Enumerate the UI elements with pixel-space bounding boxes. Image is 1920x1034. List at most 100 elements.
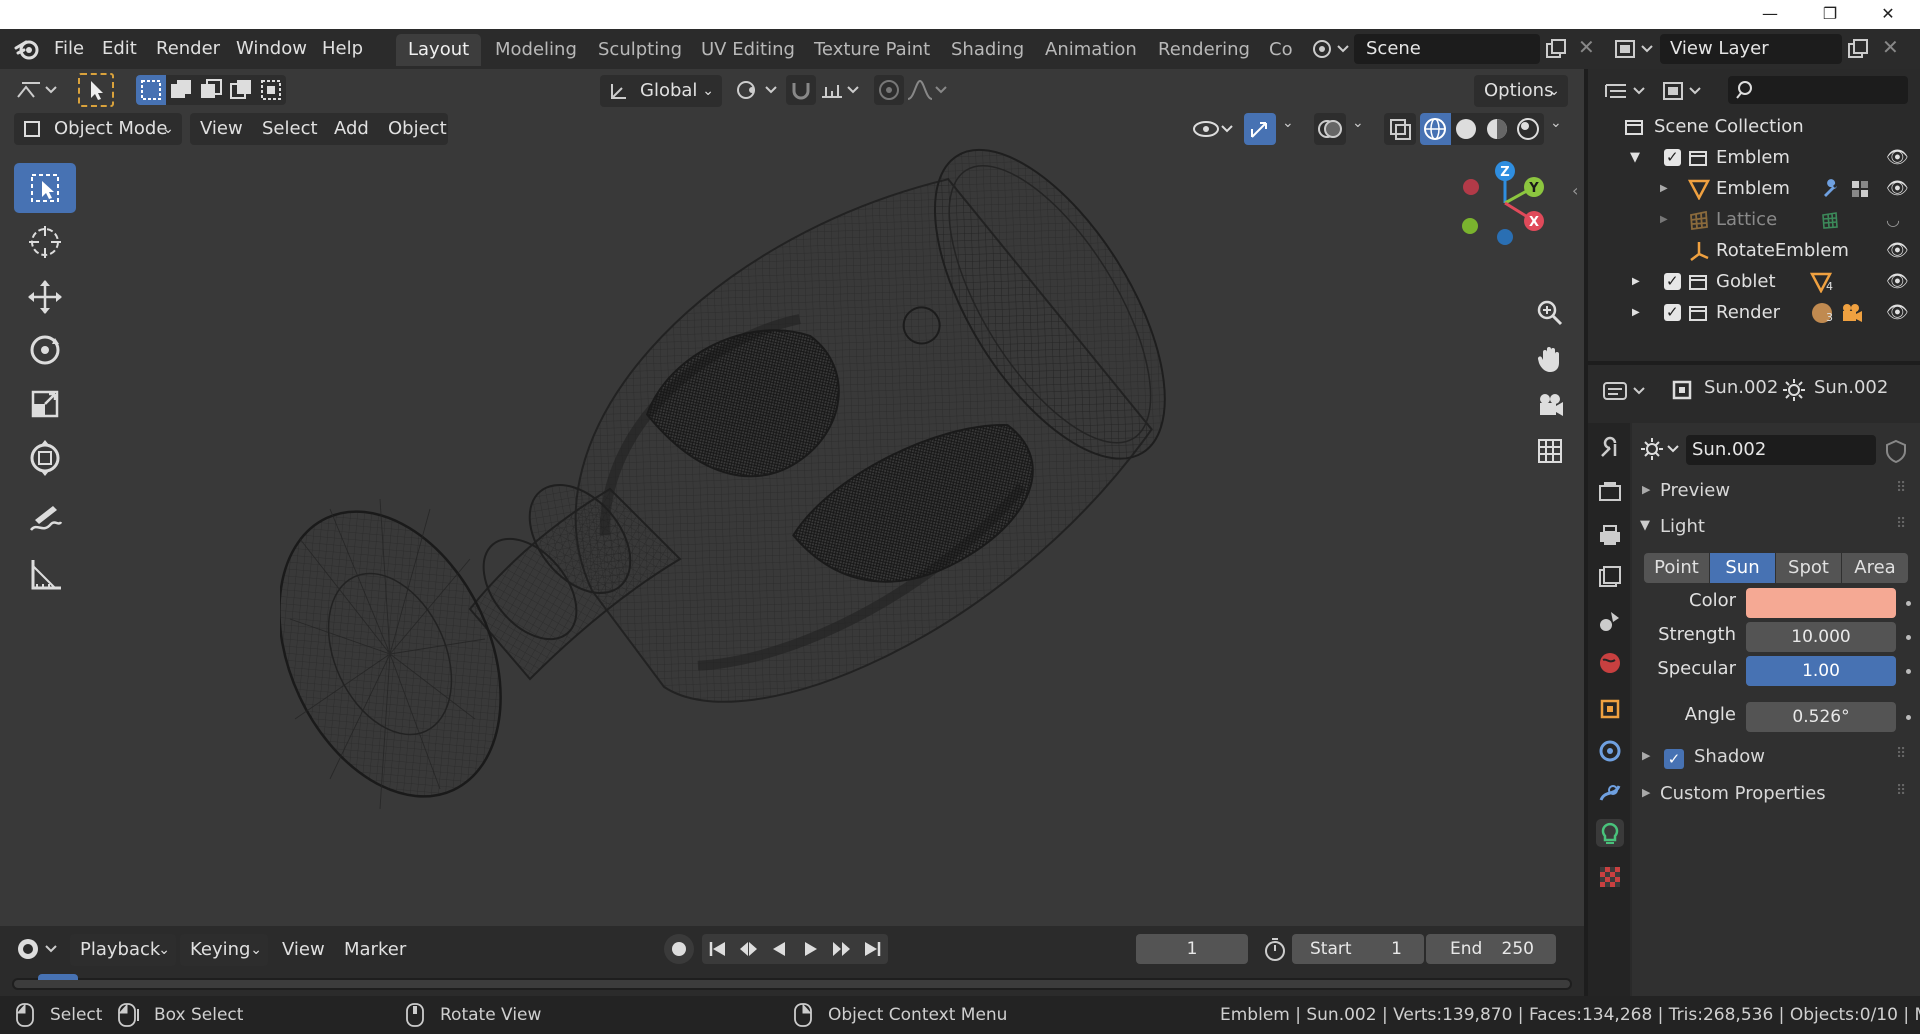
close-icon[interactable]: ✕ [1868, 2, 1908, 26]
jump-end-icon[interactable] [857, 934, 888, 964]
snap-target-icon[interactable] [818, 75, 864, 105]
light-browse-icon[interactable] [1640, 435, 1684, 463]
drag-handle-icon[interactable]: ⠿ [1896, 746, 1906, 762]
eye-icon[interactable]: 👁 [1886, 173, 1909, 204]
wrench-modifier-icon[interactable] [1820, 179, 1840, 199]
transform-orientation-dropdown[interactable]: Global ⌄ [600, 75, 722, 107]
menu-file[interactable]: File [54, 29, 84, 69]
lattice-data-icon[interactable] [1820, 210, 1840, 230]
output-tab-icon[interactable] [1596, 521, 1624, 549]
selection-mode-extend-icon[interactable] [166, 75, 196, 105]
selection-mode-new-icon[interactable] [136, 75, 166, 105]
new-scene-icon[interactable] [1544, 37, 1568, 61]
timeline-scrollbar[interactable] [14, 980, 1570, 988]
3d-viewport[interactable]: Global ⌄ Options ⌄ Object Mode ⌄ View Se… [0, 69, 1584, 926]
selection-mode-difference-icon[interactable] [226, 75, 256, 105]
tab-compositing[interactable]: Co [1257, 34, 1305, 66]
outliner-row-goblet-collection[interactable]: ▶ Goblet 4 👁 [1588, 266, 1920, 297]
tool-cursor[interactable] [14, 217, 76, 267]
expand-arrow-icon[interactable]: ▶ [1632, 266, 1640, 297]
fake-user-shield-icon[interactable] [1884, 439, 1908, 463]
object-mode-dropdown[interactable]: Object Mode ⌄ [14, 113, 182, 145]
tool-rotate[interactable] [14, 325, 76, 375]
snap-toggle-icon[interactable] [786, 75, 816, 105]
jump-keyframe-forward-icon[interactable] [826, 934, 857, 964]
playback-menu[interactable]: Playback ⌄ [70, 934, 176, 966]
tab-sculpting[interactable]: Sculpting [586, 34, 694, 66]
display-mode-icon[interactable] [1658, 77, 1708, 105]
eye-icon[interactable]: 👁 [1886, 297, 1909, 328]
options-dropdown[interactable]: Options ⌄ [1474, 75, 1568, 107]
material-preview-icon[interactable] [1482, 113, 1513, 145]
drag-handle-icon[interactable]: ⠿ [1896, 783, 1906, 799]
render-tab-icon[interactable] [1596, 477, 1624, 505]
drag-handle-icon[interactable]: ⠿ [1896, 516, 1906, 532]
start-frame-field[interactable]: Start 1 [1292, 934, 1424, 964]
light-type-point[interactable]: Point [1644, 553, 1709, 583]
animate-dot-icon[interactable] [1906, 669, 1911, 674]
animate-dot-icon[interactable] [1906, 715, 1911, 720]
tab-uv-editing[interactable]: UV Editing [689, 34, 807, 66]
tool-annotate[interactable] [14, 495, 76, 545]
light-datablock-field[interactable]: Sun.002 [1686, 435, 1876, 465]
view-layer-tab-icon[interactable] [1596, 563, 1624, 591]
menu-render[interactable]: Render [156, 29, 220, 69]
mesh-data-icon[interactable] [1850, 179, 1870, 199]
tab-animation[interactable]: Animation [1033, 34, 1149, 66]
tool-move[interactable] [14, 272, 76, 322]
editor-type-icon[interactable] [14, 75, 60, 105]
solid-shading-icon[interactable] [1451, 113, 1482, 145]
custom-properties-panel-header[interactable]: ▶ Custom Properties ⠿ [1632, 778, 1920, 812]
scene-tab-icon[interactable] [1596, 607, 1624, 635]
tab-modeling[interactable]: Modeling [483, 34, 589, 66]
goblet-wireframe-model[interactable] [280, 139, 1230, 859]
color-swatch[interactable] [1746, 588, 1896, 618]
selection-mode-intersect-icon[interactable] [256, 75, 286, 105]
chevron-down-icon[interactable]: ⌄ [1352, 115, 1364, 131]
chevron-down-icon[interactable]: ⌄ [1550, 115, 1562, 131]
view-layer-browse-icon[interactable] [1612, 35, 1656, 63]
menu-help[interactable]: Help [322, 29, 363, 69]
expand-arrow-icon[interactable]: ▶ [1660, 204, 1668, 235]
end-frame-field[interactable]: End 250 [1426, 934, 1556, 964]
stopwatch-icon[interactable] [1260, 934, 1290, 964]
modifier-tab-icon[interactable] [1596, 737, 1624, 765]
expand-arrow-icon[interactable]: ▶ [1660, 173, 1668, 204]
light-type-area[interactable]: Area [1842, 553, 1908, 583]
gizmo-toggle-icon[interactable] [1244, 113, 1276, 145]
delete-view-layer-icon[interactable]: ✕ [1882, 35, 1899, 59]
outliner-row-rotate-emblem[interactable]: RotateEmblem 👁 [1588, 235, 1920, 266]
navigation-gizmo[interactable]: Z Y X [1450, 153, 1560, 253]
timeline-menu-marker[interactable]: Marker [344, 934, 406, 966]
tool-measure[interactable] [14, 549, 76, 599]
play-reverse-icon[interactable] [764, 934, 795, 964]
restore-icon[interactable]: ❐ [1810, 2, 1850, 26]
wireframe-shading-icon[interactable] [1420, 113, 1451, 145]
camera-view-icon[interactable] [1530, 385, 1570, 425]
xray-toggle-icon[interactable] [1384, 113, 1416, 145]
proportional-falloff-icon[interactable] [906, 75, 952, 105]
tab-shading[interactable]: Shading [939, 34, 1036, 66]
pivot-point-icon[interactable] [732, 75, 780, 105]
play-icon[interactable] [795, 934, 826, 964]
outliner-editor-type-icon[interactable] [1602, 77, 1652, 105]
delete-scene-icon[interactable]: ✕ [1578, 35, 1595, 59]
view-layer-name-field[interactable]: View Layer [1660, 34, 1842, 64]
outliner-row-scene-collection[interactable]: Scene Collection [1588, 111, 1920, 142]
outliner-search-input[interactable] [1728, 76, 1908, 104]
selection-mode-subtract-icon[interactable] [196, 75, 226, 105]
timeline-menu-view[interactable]: View [282, 934, 325, 966]
scene-browse-icon[interactable] [1310, 35, 1352, 63]
eye-icon[interactable]: 👁 [1886, 235, 1909, 266]
properties-editor-type-icon[interactable] [1602, 377, 1652, 405]
eye-icon[interactable]: 👁 [1886, 266, 1909, 297]
shadow-checkbox[interactable]: ✓ [1664, 749, 1684, 769]
outliner-row-render-collection[interactable]: ▶ Render 3 👁 [1588, 297, 1920, 328]
tab-layout[interactable]: Layout [396, 34, 482, 66]
specular-slider[interactable]: 1.00 [1746, 656, 1896, 686]
menu-view[interactable]: View [200, 113, 243, 145]
jump-keyframe-back-icon[interactable] [733, 934, 764, 964]
drag-handle-icon[interactable]: ⠿ [1896, 480, 1906, 496]
texture-tab-icon[interactable] [1596, 863, 1624, 891]
eye-hidden-icon[interactable]: ◡ [1886, 204, 1900, 235]
